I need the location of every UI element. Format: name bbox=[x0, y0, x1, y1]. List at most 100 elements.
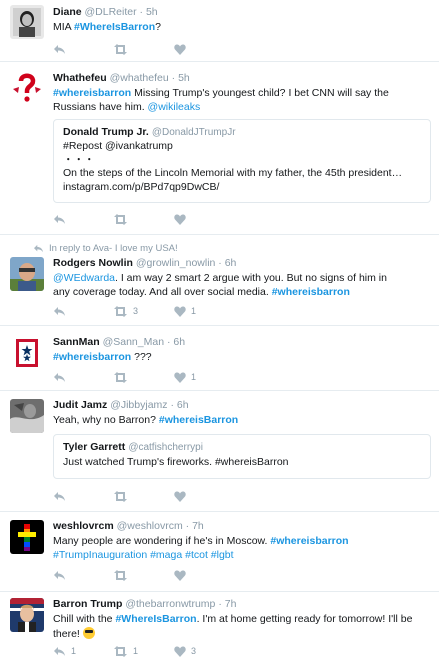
retweet-button[interactable]: 1 bbox=[113, 644, 138, 658]
tweet-header: Whathefeu @whathefeu · 5h bbox=[53, 72, 190, 84]
avatar[interactable] bbox=[10, 336, 44, 370]
retweet-button[interactable] bbox=[113, 370, 128, 384]
tweet-text: #whereisbarron ??? bbox=[53, 351, 152, 363]
quoted-text: Just watched Trump's fireworks. #whereis… bbox=[63, 456, 289, 468]
tweet-actions bbox=[53, 568, 253, 582]
retweet-button[interactable] bbox=[113, 568, 128, 582]
tweet-header: Diane @DLReiter · 5h bbox=[53, 6, 158, 18]
hashtag-links[interactable]: #TrumpInauguration #maga #tcot #lgbt bbox=[53, 549, 431, 563]
like-button[interactable] bbox=[174, 42, 186, 56]
tweet-whathefeu[interactable]: Whathefeu @whathefeu · 5h #whereisbarron… bbox=[0, 62, 439, 235]
reply-icon bbox=[54, 214, 65, 224]
tweet-text: #whereisbarron Missing Trump's youngest … bbox=[53, 87, 389, 113]
tweet-rodgers-nowlin[interactable]: In reply to Ava- I love my USA! Rodgers … bbox=[0, 235, 439, 326]
handle[interactable]: @Jibbyjamz bbox=[110, 399, 167, 411]
retweet-icon bbox=[114, 213, 127, 225]
avatar[interactable] bbox=[10, 598, 44, 632]
hashtag-link[interactable]: #whereisBarron bbox=[159, 414, 238, 426]
avatar[interactable] bbox=[10, 257, 44, 291]
display-name[interactable]: SannMan bbox=[53, 336, 100, 348]
timestamp[interactable]: 7h bbox=[225, 598, 237, 610]
tweet-sannman[interactable]: SannMan @Sann_Man · 6h #whereisbarron ??… bbox=[0, 326, 439, 391]
hashtag-link[interactable]: #WhereIsBarron bbox=[74, 21, 155, 33]
quoted-display-name: Tyler Garrett bbox=[63, 441, 126, 453]
hashtag-link[interactable]: #whereisbarron bbox=[272, 286, 350, 298]
quoted-tweet[interactable]: Donald Trump Jr. @DonaldJTrumpJr #Repost… bbox=[53, 119, 431, 203]
retweet-button[interactable]: 3 bbox=[113, 304, 138, 318]
tweet-diane[interactable]: Diane @DLReiter · 5h MIA #WhereIsBarron? bbox=[0, 0, 439, 62]
quoted-handle: @DonaldJTrumpJr bbox=[151, 127, 236, 138]
timestamp[interactable]: 5h bbox=[146, 6, 158, 18]
like-count: 1 bbox=[191, 372, 197, 382]
avatar[interactable] bbox=[10, 5, 44, 39]
like-button[interactable]: 3 bbox=[174, 644, 196, 658]
display-name[interactable]: Diane bbox=[53, 6, 82, 18]
retweet-count: 1 bbox=[133, 646, 139, 656]
avatar[interactable] bbox=[10, 520, 44, 554]
display-name[interactable]: Judit Jamz bbox=[53, 399, 107, 411]
like-button[interactable]: 1 bbox=[174, 370, 196, 384]
timestamp[interactable]: 6h bbox=[225, 257, 237, 269]
retweet-icon bbox=[114, 305, 127, 317]
quoted-tweet[interactable]: Tyler Garrett @catfishcherrypi Just watc… bbox=[53, 434, 431, 479]
tweet-weshlovrcm[interactable]: weshlovrcm @weshlovrcm · 7h Many people … bbox=[0, 512, 439, 592]
tweet-text: Many people are wondering if he's in Mos… bbox=[53, 535, 431, 562]
retweet-button[interactable] bbox=[113, 212, 128, 226]
like-button[interactable]: 1 bbox=[174, 304, 196, 318]
quoted-link[interactable]: instagram.com/p/BPd7qp9DwCB/ bbox=[63, 181, 421, 195]
tweet-text: Yeah, why no Barron? #whereisBarron bbox=[53, 414, 239, 426]
reply-button[interactable] bbox=[53, 489, 66, 503]
handle[interactable]: @Sann_Man bbox=[103, 336, 164, 348]
timestamp[interactable]: 6h bbox=[173, 336, 185, 348]
tweet-actions bbox=[53, 42, 253, 56]
handle[interactable]: @whathefeu bbox=[110, 72, 169, 84]
like-icon bbox=[174, 372, 186, 383]
timestamp[interactable]: 6h bbox=[177, 399, 189, 411]
retweet-button[interactable] bbox=[113, 42, 128, 56]
quoted-display-name: Donald Trump Jr. bbox=[63, 126, 149, 138]
reply-icon bbox=[54, 44, 65, 54]
handle[interactable]: @DLReiter bbox=[85, 6, 137, 18]
timestamp[interactable]: 7h bbox=[192, 520, 204, 532]
handle[interactable]: @weshlovrcm bbox=[117, 520, 183, 532]
reply-button[interactable] bbox=[53, 568, 66, 582]
hashtag-link[interactable]: #whereisbarron bbox=[53, 351, 131, 363]
mention-link[interactable]: @wikileaks bbox=[148, 101, 201, 113]
reply-button[interactable] bbox=[53, 370, 66, 384]
avatar[interactable] bbox=[10, 399, 44, 433]
like-icon bbox=[174, 306, 186, 317]
hashtag-link[interactable]: #whereisbarron bbox=[270, 535, 348, 547]
like-button[interactable] bbox=[174, 212, 186, 226]
like-button[interactable] bbox=[174, 489, 186, 503]
hashtag-link[interactable]: #whereisbarron bbox=[53, 87, 131, 99]
like-button[interactable] bbox=[174, 568, 186, 582]
quoted-text: #Repost @ivankatrump bbox=[63, 140, 173, 152]
display-name[interactable]: Barron Trump bbox=[53, 598, 122, 610]
retweet-count: 3 bbox=[133, 306, 139, 316]
display-name[interactable]: Whathefeu bbox=[53, 72, 107, 84]
in-reply-to[interactable]: In reply to Ava- I love my USA! bbox=[33, 243, 178, 254]
handle[interactable]: @thebarronwtrump bbox=[125, 598, 215, 610]
mention-link[interactable]: @WEdwarda bbox=[53, 272, 115, 284]
hashtag-link[interactable]: #WhereIsBarron bbox=[115, 613, 196, 625]
tweet-barron-trump[interactable]: Barron Trump @thebarronwtrump · 7h Chill… bbox=[0, 592, 439, 666]
display-name[interactable]: Rodgers Nowlin bbox=[53, 257, 133, 269]
retweet-button[interactable] bbox=[113, 489, 128, 503]
quoted-text: On the steps of the Lincoln Memorial wit… bbox=[63, 167, 403, 179]
reply-button[interactable] bbox=[53, 304, 66, 318]
tweet-timeline: Diane @DLReiter · 5h MIA #WhereIsBarron? bbox=[0, 0, 439, 666]
display-name[interactable]: weshlovrcm bbox=[53, 520, 114, 532]
reply-button[interactable] bbox=[53, 212, 66, 226]
tweet-header: Barron Trump @thebarronwtrump · 7h bbox=[53, 598, 237, 610]
like-icon bbox=[174, 570, 186, 581]
reply-count: 1 bbox=[71, 646, 77, 656]
tweet-judit-jamz[interactable]: Judit Jamz @Jibbyjamz · 6h Yeah, why no … bbox=[0, 391, 439, 512]
handle[interactable]: @growlin_nowlin bbox=[136, 257, 216, 269]
avatar[interactable] bbox=[10, 70, 44, 104]
timestamp[interactable]: 5h bbox=[178, 72, 190, 84]
like-icon bbox=[174, 214, 186, 225]
reply-button[interactable]: 1 bbox=[53, 644, 76, 658]
tweet-actions bbox=[53, 212, 253, 226]
reply-button[interactable] bbox=[53, 42, 66, 56]
like-icon bbox=[174, 44, 186, 55]
